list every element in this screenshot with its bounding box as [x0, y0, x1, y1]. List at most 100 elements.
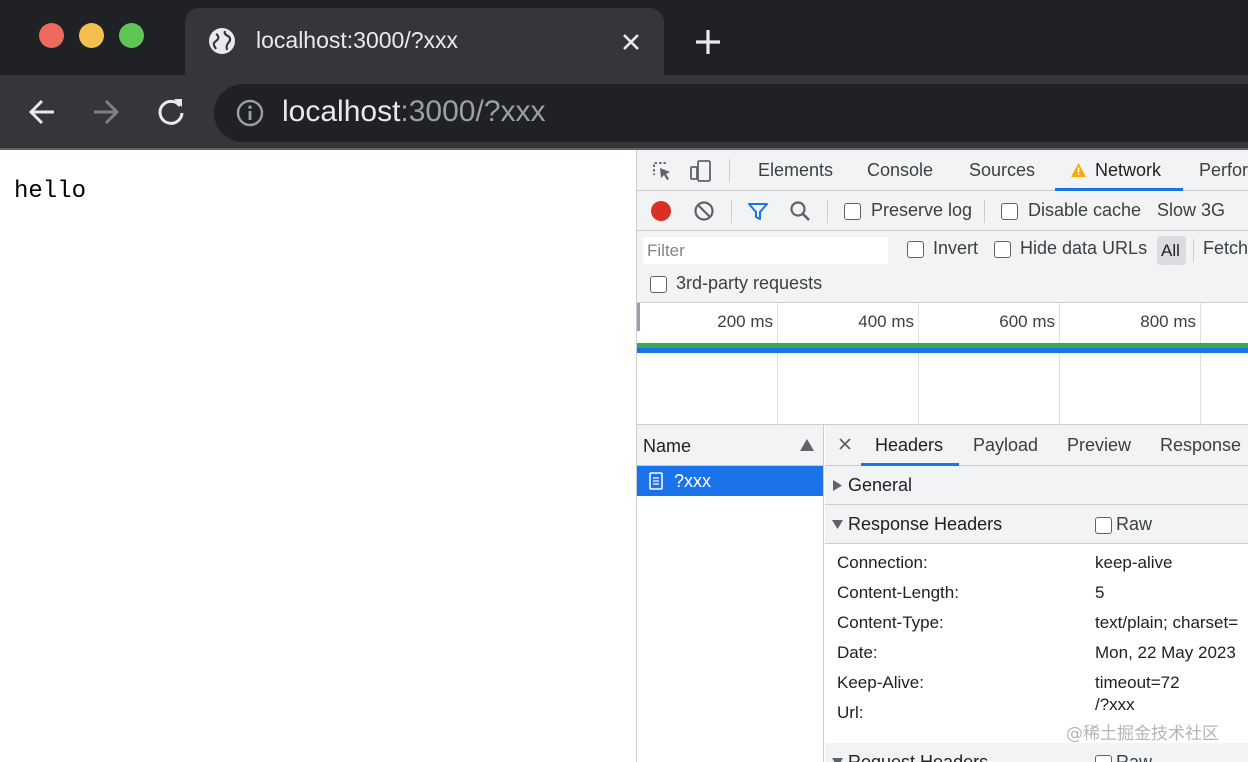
new-tab-icon[interactable] [693, 27, 723, 57]
header-key: Date: [837, 643, 878, 662]
name-column-header[interactable]: Name [637, 425, 823, 466]
timeline-tick-label: 200 ms [717, 312, 773, 331]
filter-placeholder: Filter [647, 241, 685, 260]
header-key: Content-Length: [837, 583, 959, 602]
watermark: @稀土掘金技术社区 [1066, 724, 1219, 744]
tab-response[interactable]: Response [1160, 435, 1241, 456]
header-value: text/plain; charset= [1095, 613, 1239, 632]
filter-icon[interactable] [747, 200, 769, 222]
raw-checkbox[interactable] [1095, 755, 1112, 762]
raw-checkbox[interactable] [1095, 517, 1112, 534]
warning-icon [1071, 163, 1086, 177]
disable-cache-checkbox[interactable] [1001, 203, 1018, 220]
tab-preview[interactable]: Preview [1067, 435, 1131, 456]
tab-strip: localhost:3000/?xxx [0, 0, 1248, 75]
device-toolbar-icon[interactable] [689, 159, 713, 183]
tab-title: localhost:3000/?xxx [256, 27, 459, 53]
toolbar-separator [827, 200, 828, 223]
url-host: localhost [282, 95, 401, 128]
timeline-download-bar [637, 348, 1248, 353]
throttling-select[interactable]: Slow 3G [1157, 200, 1225, 221]
toolbar-separator [984, 200, 985, 223]
request-list: Name ?xxx [637, 425, 824, 762]
header-key: Url: [837, 703, 864, 722]
general-section-header[interactable]: General [825, 466, 1248, 505]
response-headers-title: Response Headers [848, 514, 1003, 534]
network-timeline[interactable]: 200 ms 400 ms 600 ms 800 ms [637, 303, 1248, 425]
close-tab-icon[interactable] [619, 30, 643, 54]
raw-label: Raw [1116, 752, 1153, 762]
tab-sources[interactable]: Sources [969, 160, 1035, 181]
tab-headers[interactable]: Headers [875, 435, 943, 456]
clear-icon[interactable] [693, 200, 715, 222]
minimize-window-button[interactable] [79, 23, 104, 48]
tab-elements[interactable]: Elements [758, 160, 833, 181]
general-section-title: General [848, 475, 913, 495]
sort-ascending-icon [800, 439, 814, 451]
tab-payload[interactable]: Payload [973, 435, 1038, 456]
timeline-gridline [777, 303, 778, 425]
timeline-gridline [918, 303, 919, 425]
preserve-log-label: Preserve log [871, 200, 973, 220]
disable-cache-label: Disable cache [1028, 200, 1142, 220]
toolbar-separator [731, 200, 732, 223]
header-key: Keep-Alive: [837, 673, 924, 692]
page-body-text: hello [14, 178, 87, 205]
filter-all-label: All [1161, 241, 1180, 260]
invert-label: Invert [933, 238, 979, 258]
request-row[interactable]: ?xxx [637, 466, 823, 496]
globe-icon [209, 28, 235, 54]
filter-bar: Filter Invert Hide data URLs All Fetch 3… [637, 231, 1248, 303]
back-icon[interactable] [25, 95, 59, 129]
url-path: :3000/?xxx [400, 95, 546, 128]
preserve-log-checkbox[interactable] [844, 203, 861, 220]
detail-tab-bar: Headers Payload Preview Response [825, 425, 1248, 466]
timeline-gridline [1059, 303, 1060, 425]
response-headers-section-header[interactable]: Response Headers Raw [825, 505, 1248, 544]
inspect-element-icon[interactable] [651, 160, 673, 182]
third-party-label: 3rd-party requests [676, 273, 823, 293]
collapse-arrow-icon [832, 520, 843, 529]
filter-input[interactable]: Filter [643, 237, 888, 264]
record-icon[interactable] [650, 200, 672, 222]
forward-icon[interactable] [89, 95, 123, 129]
maximize-window-button[interactable] [119, 23, 144, 48]
hide-data-urls-checkbox[interactable] [994, 241, 1011, 258]
header-key: Connection: [837, 553, 928, 572]
header-value: timeout=72 [1095, 673, 1180, 692]
filter-fetch-button[interactable]: Fetch [1203, 238, 1248, 259]
raw-label: Raw [1116, 514, 1153, 534]
url-text[interactable]: localhost:3000/?xxx [282, 95, 546, 129]
header-value: Mon, 22 May 2023 [1095, 643, 1236, 662]
tab-console[interactable]: Console [867, 160, 933, 181]
close-detail-icon[interactable] [838, 437, 852, 451]
timeline-tick-label: 600 ms [999, 312, 1055, 331]
header-value: /?xxx [1095, 695, 1135, 714]
address-bar[interactable]: localhost:3000/?xxx [214, 84, 1248, 142]
invert-checkbox[interactable] [907, 241, 924, 258]
toolbar-separator [729, 159, 730, 182]
devtools-tab-bar: Elements Console Sources Network Perfor [637, 150, 1248, 191]
timeline-tick-label: 800 ms [1140, 312, 1196, 331]
header-value: 5 [1095, 583, 1105, 602]
devtools-panel: Elements Console Sources Network Perfor [636, 150, 1248, 762]
timeline-gridline [1200, 303, 1201, 425]
document-icon [649, 472, 663, 490]
close-window-button[interactable] [39, 23, 64, 48]
header-value: keep-alive [1095, 553, 1173, 572]
expand-arrow-icon [833, 480, 842, 491]
tab-network[interactable]: Network [1095, 160, 1161, 181]
request-name: ?xxx [674, 471, 712, 491]
search-icon[interactable] [789, 200, 811, 222]
timeline-start-marker [637, 303, 640, 331]
third-party-checkbox[interactable] [650, 276, 667, 293]
tab-performance[interactable]: Perfor [1199, 160, 1248, 181]
reload-icon[interactable] [154, 95, 188, 129]
collapse-arrow-icon [832, 758, 843, 762]
browser-tab[interactable]: localhost:3000/?xxx [185, 8, 664, 75]
hide-data-urls-label: Hide data URLs [1020, 238, 1148, 258]
network-toolbar: Preserve log Disable cache Slow 3G [637, 191, 1248, 231]
request-headers-section-header[interactable]: Request Headers Raw [825, 743, 1248, 762]
info-icon[interactable] [235, 98, 265, 128]
filter-all-button[interactable]: All [1157, 236, 1186, 265]
